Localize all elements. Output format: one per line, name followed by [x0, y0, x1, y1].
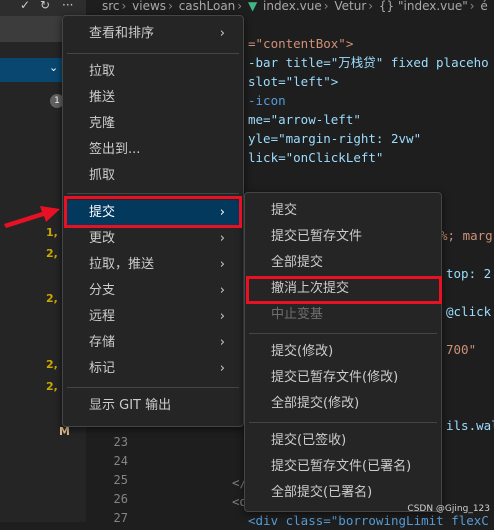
menu-item-checkout[interactable]: 签出到... — [67, 137, 239, 163]
menu-item-branch[interactable]: 分支 › — [67, 278, 239, 304]
breadcrumb: src › views › cashLoan › ▼ index.vue › Vetur… — [86, 0, 494, 16]
line-number: 25 — [113, 473, 128, 487]
code-line: -bar title="万栈贷" fixed placeho — [248, 55, 489, 70]
commit-submenu: 提交 提交已暂存文件 全部提交 撤消上次提交 中止变基 提交(修改) 提交已暂存… — [244, 192, 442, 512]
submenu-item-commit-staged[interactable]: 提交已暂存文件 — [249, 224, 437, 250]
submenu-item-commit-staged-amend[interactable]: 提交已暂存文件(修改) — [249, 365, 437, 391]
submenu-item-commit-signed-off[interactable]: 提交(已签收) — [249, 428, 437, 454]
submenu-item-commit[interactable]: 提交 — [249, 198, 437, 224]
code-fragment: top: 2 — [446, 266, 492, 281]
code-fragment: @click — [446, 304, 492, 319]
code-line: yle="margin-right: 2vw" — [248, 131, 422, 146]
highlight-box-commit — [64, 196, 242, 228]
breadcrumb-file[interactable]: index.vue — [263, 0, 322, 13]
code-fragment: %; marg — [440, 228, 493, 243]
menu-item-remote[interactable]: 远程 › — [67, 304, 239, 330]
watermark: CSDN @Gjing_123 — [407, 504, 490, 514]
chevron-right-icon: › — [219, 231, 225, 246]
menu-item-tags[interactable]: 标记 › — [67, 356, 239, 382]
menu-separator — [249, 333, 437, 334]
code-fragment: ils.wal — [446, 418, 494, 433]
line-number: 26 — [113, 492, 128, 506]
line-marker: 2, — [46, 380, 58, 393]
refresh-icon[interactable]: ↻ — [40, 0, 50, 12]
code-line: -icon — [248, 93, 286, 108]
code-line: me="arrow-left" — [248, 112, 361, 127]
code-line: slot="left"> — [248, 74, 339, 89]
breadcrumb-cashloan[interactable]: cashLoan — [179, 0, 236, 13]
chevron-right-icon: › — [219, 283, 225, 298]
highlight-box-undo — [246, 276, 442, 304]
submenu-item-commit-all-amend[interactable]: 全部提交(修改) — [249, 391, 437, 417]
breadcrumb-vetur[interactable]: Vetur — [334, 0, 366, 13]
breadcrumb-src[interactable]: src — [102, 0, 120, 13]
chevron-right-icon: › — [219, 309, 225, 324]
menu-item-pull[interactable]: 拉取 — [67, 59, 239, 85]
chevron-down-icon[interactable]: ⌄ — [49, 61, 58, 74]
chevron-right-icon: › — [219, 26, 225, 41]
chevron-right-icon: › — [219, 361, 225, 376]
menu-separator — [249, 422, 437, 423]
line-number: 23 — [113, 435, 128, 449]
submenu-item-abort-rebase: 中止变基 — [271, 307, 324, 322]
red-arrow-annotation — [4, 206, 60, 228]
line-number: 27 — [113, 511, 128, 525]
scm-toolbar: ✓ ↻ ··· — [0, 0, 86, 16]
code-line: ="contentBox"> — [248, 36, 354, 51]
menu-separator — [67, 53, 239, 54]
more-icon[interactable]: ··· — [62, 0, 73, 12]
line-number: 24 — [113, 454, 128, 468]
menu-item-fetch[interactable]: 抓取 — [67, 163, 239, 189]
menu-separator — [67, 193, 239, 194]
menu-item-stash[interactable]: 存储 › — [67, 330, 239, 356]
chevron-right-icon: › — [219, 257, 225, 272]
menu-separator — [67, 387, 239, 388]
check-icon[interactable]: ✓ — [20, 0, 30, 12]
code-line: lick="onClickLeft" — [248, 150, 384, 165]
menu-item-changes[interactable]: 更改 › — [67, 226, 239, 252]
menu-item-pull-push[interactable]: 拉取，推送 › — [67, 252, 239, 278]
vue-file-icon: ▼ — [247, 0, 258, 13]
scm-input-area[interactable] — [0, 16, 62, 42]
menu-item-clone[interactable]: 克隆 — [67, 111, 239, 137]
line-marker: 2, — [46, 358, 58, 371]
submenu-item-commit-all[interactable]: 全部提交 — [249, 250, 437, 276]
breadcrumb-symbol[interactable]: {} "index.vue" — [379, 0, 468, 13]
breadcrumb-views[interactable]: views — [132, 0, 166, 13]
menu-item-push[interactable]: 推送 — [67, 85, 239, 111]
code-fragment: 700" — [446, 342, 477, 357]
chevron-right-icon: › — [219, 335, 225, 350]
line-marker: 2, — [46, 247, 58, 260]
submenu-item-commit-staged-signed-off[interactable]: 提交已暂存文件(已署名) — [249, 454, 437, 480]
menu-item-show-git-output[interactable]: 显示 GIT 输出 — [67, 393, 239, 419]
line-marker: 2, — [46, 292, 58, 305]
menu-item-view-sort[interactable]: 查看和排序 › — [67, 21, 239, 47]
breadcrumb-tail: é — [480, 0, 488, 13]
submenu-item-commit-amend[interactable]: 提交(修改) — [249, 339, 437, 365]
submenu-item-commit-all-signed-off[interactable]: 全部提交(已署名) — [249, 480, 437, 506]
